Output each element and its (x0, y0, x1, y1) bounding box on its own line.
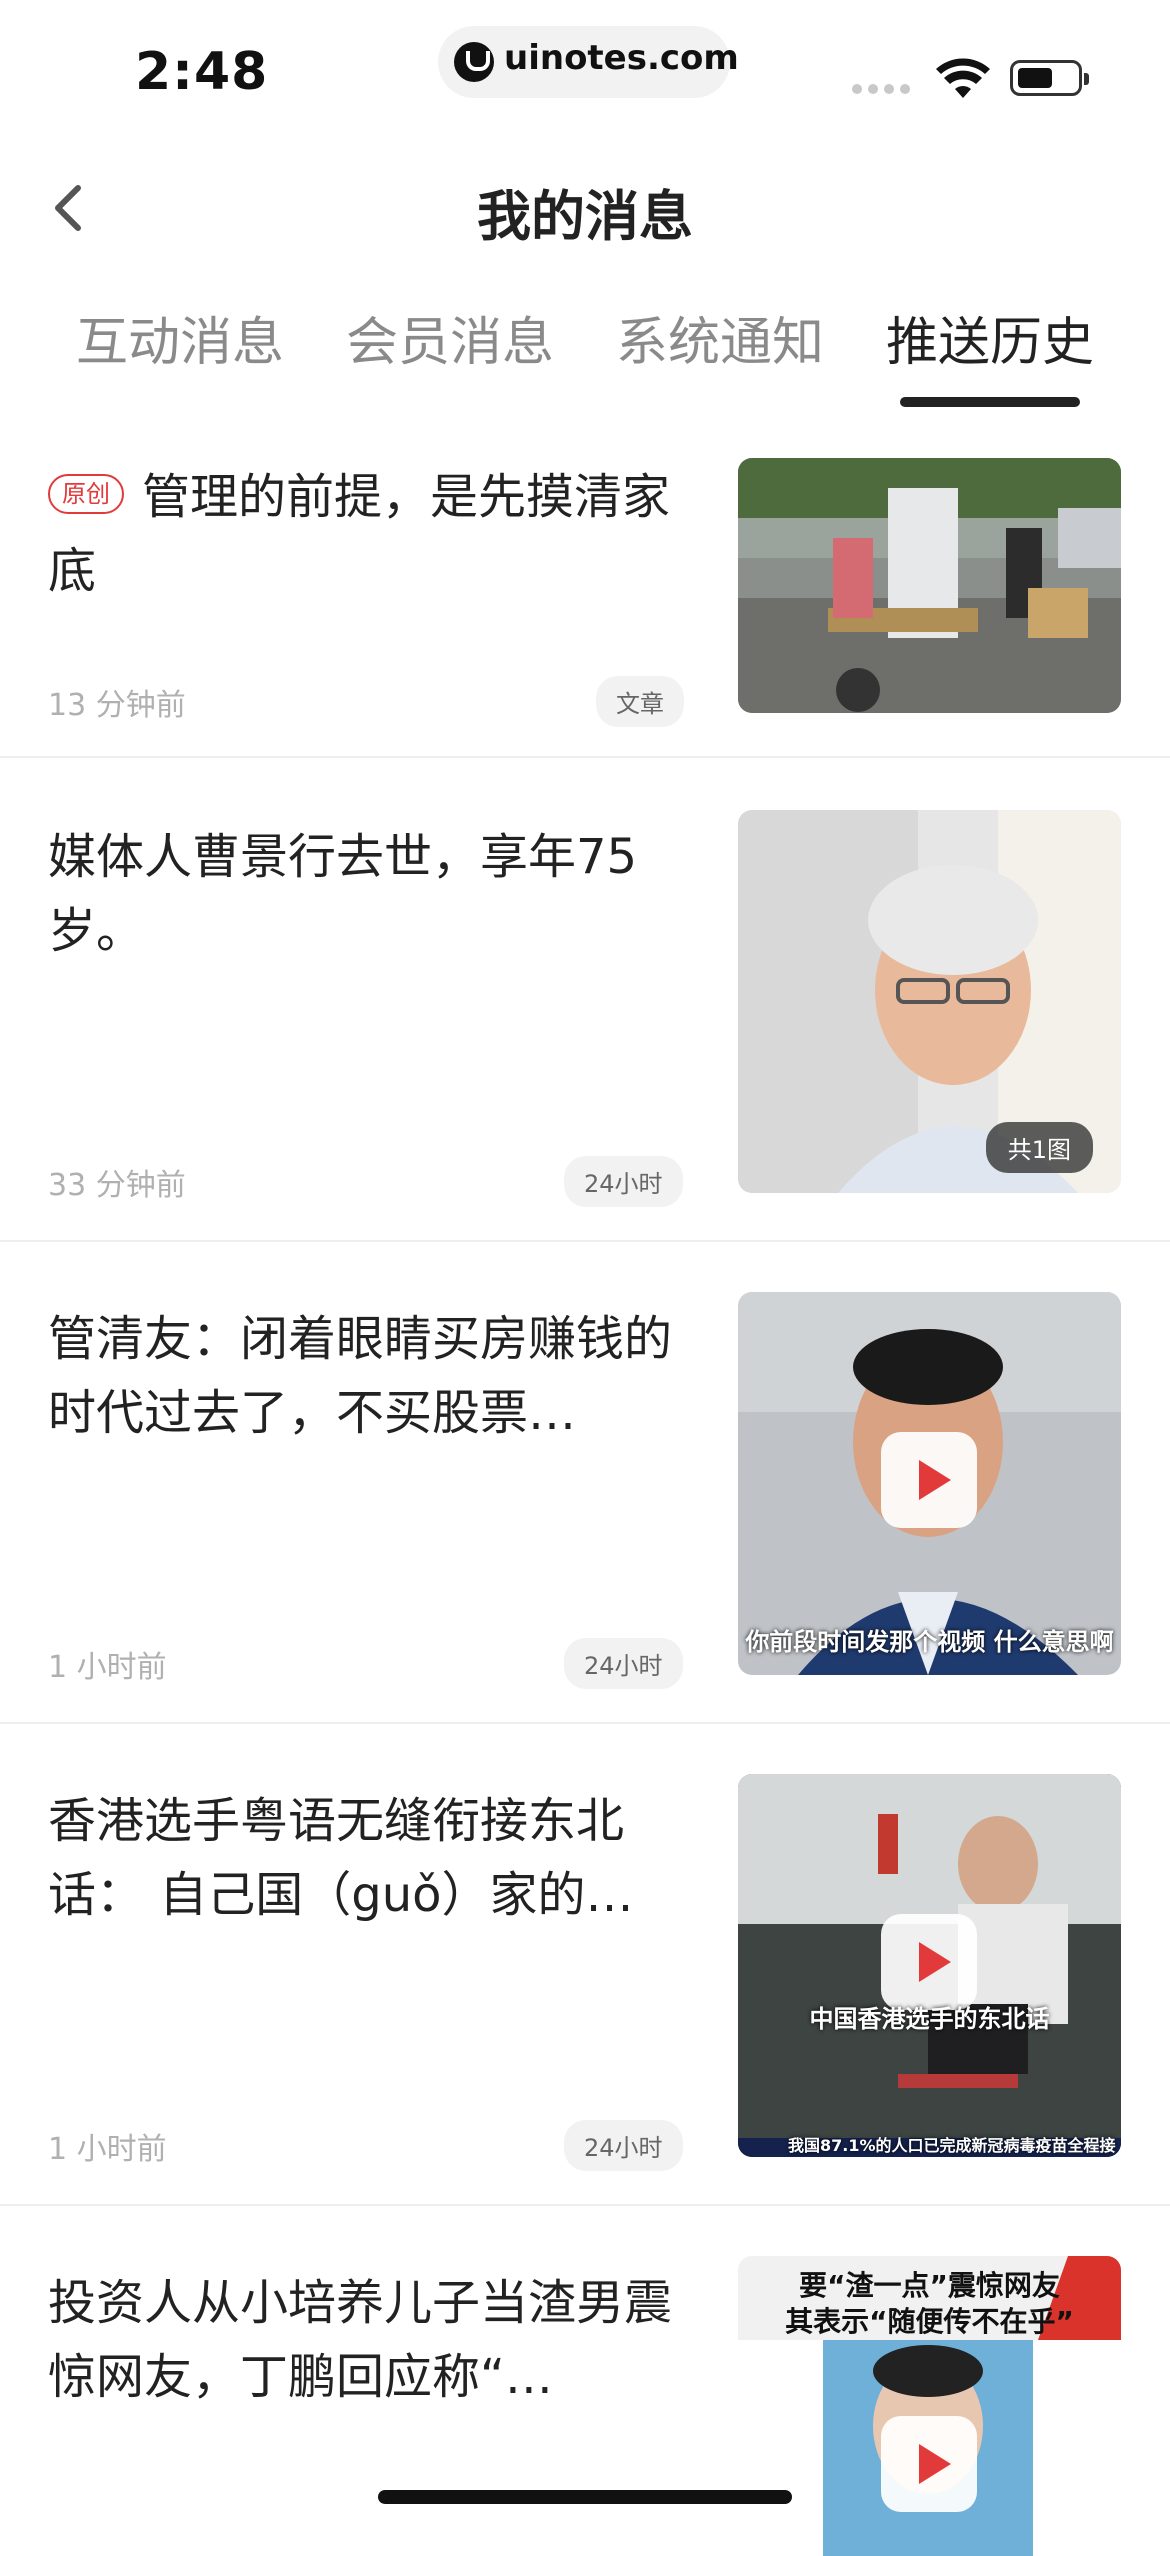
video-caption: 你前段时间发那个视频 什么意思啊 (745, 1628, 1114, 1656)
cellular-signal-icon (852, 84, 912, 96)
news-ticker: 我国87.1%的人口已完成新冠病毒疫苗全程接 (788, 2136, 1116, 2155)
tab-bar: 互动消息 会员消息 系统通知 推送历史 (0, 300, 1170, 410)
play-icon[interactable] (881, 2416, 977, 2512)
item-tag: 24小时 (564, 1156, 683, 1207)
list-item[interactable]: 香港选手粤语无缝衔接东北话： 自己国（guǒ）家的… 1 小时前 24小时 中国… (0, 1722, 1170, 2206)
original-badge: 原创 (48, 474, 124, 514)
video-caption-line-2: 其表示“随便传不在乎” (785, 2305, 1074, 2338)
list-item[interactable]: 投资人从小培养儿子当渣男震惊网友，丁鹏回应称“… 要“渣一点”震惊网友 其表示“… (0, 2204, 1170, 2556)
status-time: 2:48 (135, 42, 269, 102)
item-title: 媒体人曹景行去世，享年75岁。 (48, 829, 638, 959)
item-thumbnail: 共1图 (738, 810, 1121, 1193)
tab-interactive-messages[interactable]: 互动消息 (76, 300, 284, 375)
item-timestamp: 1 小时前 (48, 2132, 167, 2167)
url-text: uinotes.com (504, 38, 739, 78)
item-title: 香港选手粤语无缝衔接东北话： 自己国（guǒ）家的… (48, 1793, 634, 1923)
url-pill[interactable]: uinotes.com (438, 26, 739, 98)
home-indicator[interactable] (378, 2490, 792, 2504)
image-count-badge: 共1图 (985, 1122, 1093, 1173)
item-thumbnail[interactable]: 你前段时间发那个视频 什么意思啊 (738, 1292, 1121, 1675)
item-tag: 文章 (596, 676, 684, 727)
tab-system-notices[interactable]: 系统通知 (616, 300, 824, 375)
item-title: 投资人从小培养儿子当渣男震惊网友，丁鹏回应称“… (48, 2275, 673, 2405)
tab-member-messages[interactable]: 会员消息 (346, 300, 554, 375)
battery-icon (1010, 60, 1089, 96)
play-icon[interactable] (881, 1914, 977, 2010)
status-bar: 2:48 uinotes.com (0, 0, 1170, 140)
item-thumbnail[interactable]: 中国香港选手的东北话 我国87.1%的人口已完成新冠病毒疫苗全程接 (738, 1774, 1121, 2157)
tab-push-history[interactable]: 推送历史 (886, 300, 1094, 375)
page-title: 我的消息 (477, 185, 693, 248)
item-tag: 24小时 (564, 2120, 683, 2171)
list-item[interactable]: 原创 管理的前提，是先摸清家底 13 分钟前 文章 (0, 440, 1170, 758)
site-logo-icon (454, 42, 494, 82)
list-item[interactable]: 媒体人曹景行去世，享年75岁。 33 分钟前 24小时 共1图 (0, 758, 1170, 1242)
item-timestamp: 33 分钟前 (48, 1168, 186, 1203)
item-title: 管清友：闭着眼睛买房赚钱的时代过去了，不买股票… (48, 1311, 673, 1441)
item-thumbnail[interactable]: 要“渣一点”震惊网友 其表示“随便传不在乎” (738, 2256, 1121, 2556)
item-timestamp: 13 分钟前 (48, 688, 186, 723)
active-tab-indicator (900, 397, 1080, 407)
video-caption-line-1: 要“渣一点”震惊网友 (799, 2269, 1060, 2302)
list-item[interactable]: 管清友：闭着眼睛买房赚钱的时代过去了，不买股票… 1 小时前 24小时 你前段时… (0, 1240, 1170, 1724)
item-timestamp: 1 小时前 (48, 1650, 167, 1685)
item-title-text: 管理的前提，是先摸清家底 (48, 469, 671, 599)
item-title: 原创 管理的前提，是先摸清家底 (48, 460, 678, 608)
item-tag: 24小时 (564, 1638, 683, 1689)
video-caption: 中国香港选手的东北话 (809, 2005, 1050, 2033)
play-icon[interactable] (881, 1432, 977, 1528)
item-thumbnail (738, 458, 1121, 713)
wifi-icon (936, 58, 990, 98)
